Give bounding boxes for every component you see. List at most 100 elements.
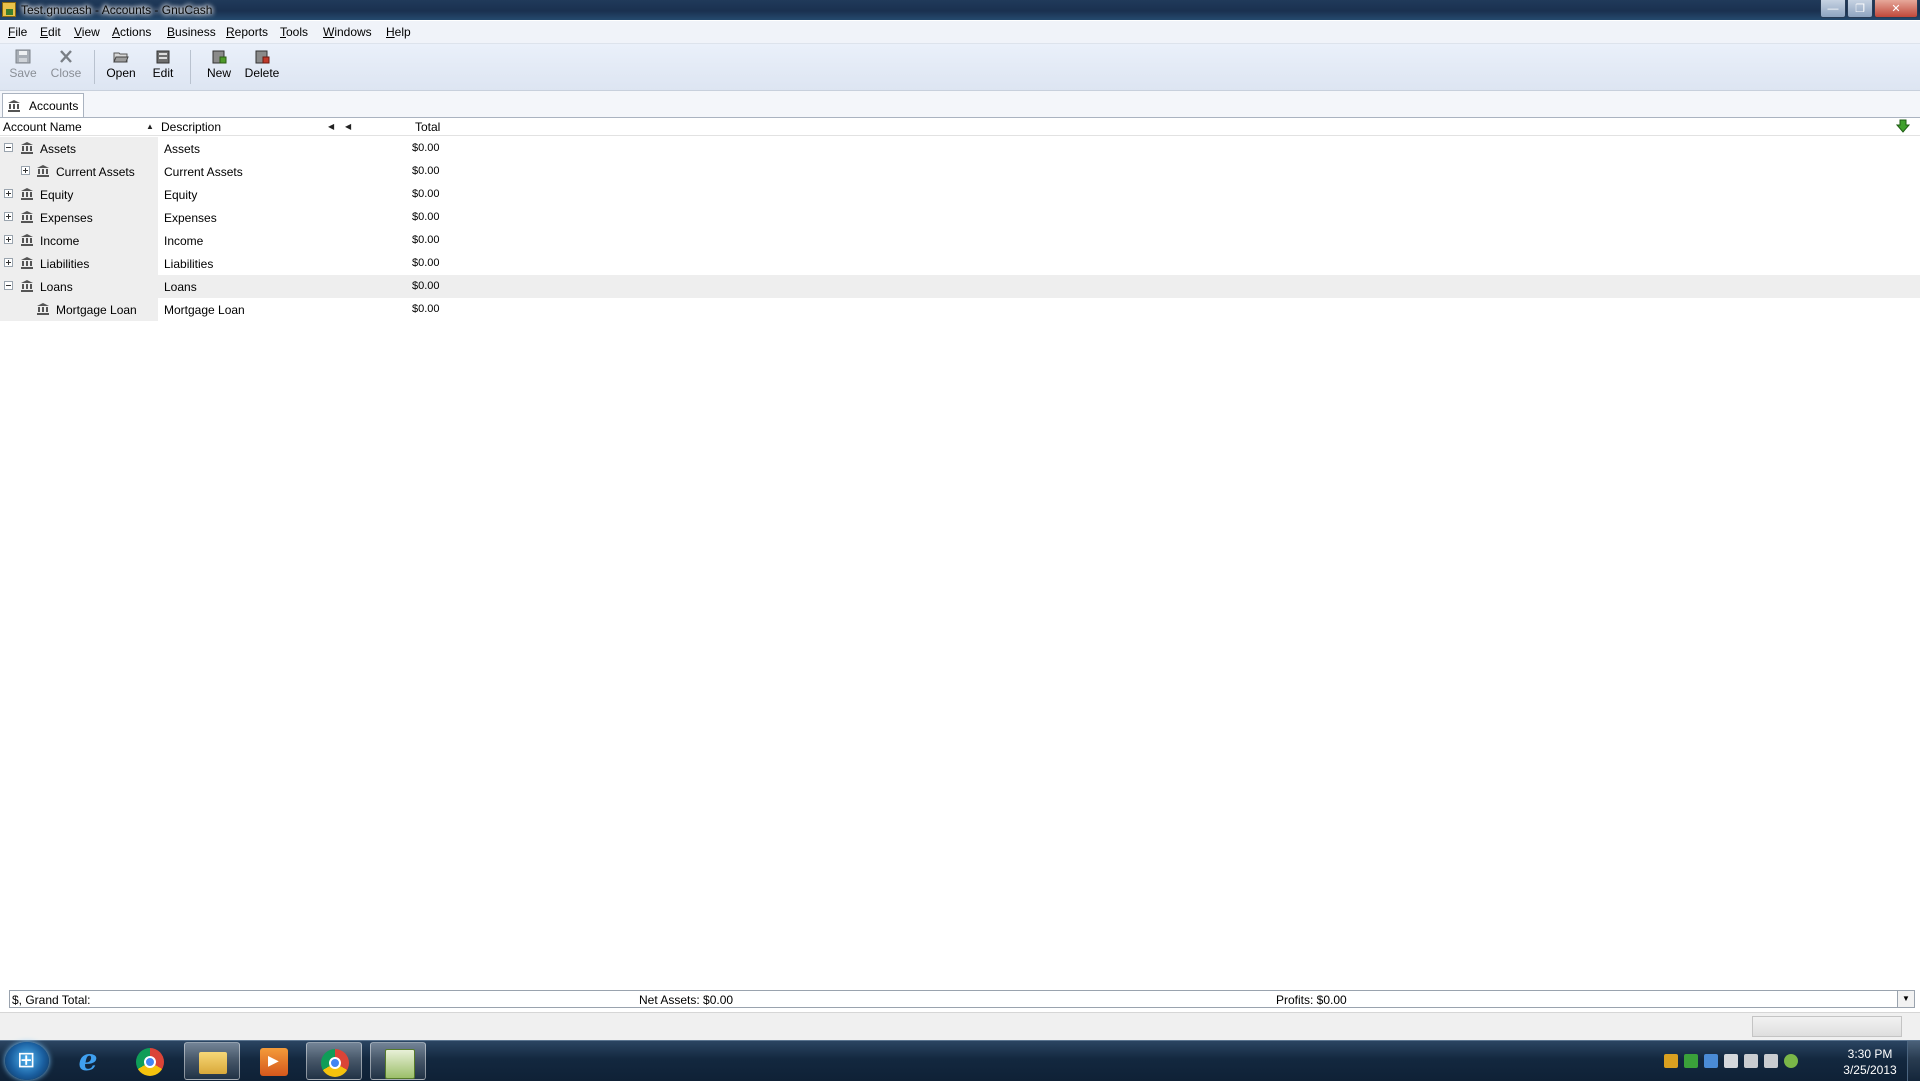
- bank-icon: [21, 211, 33, 223]
- close-window-button[interactable]: ✕: [1874, 0, 1918, 18]
- column-left-arrow-icon[interactable]: ◀: [345, 122, 351, 131]
- windows-explorer-icon: [199, 1052, 227, 1074]
- account-name: Loans: [40, 280, 73, 294]
- tray-flag-icon[interactable]: [1724, 1054, 1738, 1068]
- column-total[interactable]: Total: [415, 120, 440, 134]
- clock-date: 3/25/2013: [1843, 1063, 1897, 1077]
- open-label: Open: [106, 66, 136, 80]
- account-row-assets[interactable]: Assets Assets $0.00: [0, 137, 1920, 160]
- expand-toggle[interactable]: [4, 212, 13, 221]
- tab-accounts-label: Accounts: [29, 99, 79, 113]
- new-account-button[interactable]: New: [199, 47, 239, 80]
- collapse-toggle[interactable]: [4, 281, 13, 290]
- close-icon: [60, 50, 72, 63]
- save-label: Save: [9, 66, 37, 80]
- delete-label: Delete: [244, 66, 280, 80]
- edit-account-icon: [156, 50, 170, 64]
- column-left-arrow-icon[interactable]: ◀: [328, 122, 334, 131]
- column-account-name[interactable]: Account Name: [3, 120, 82, 134]
- toolbar-separator: [190, 50, 191, 84]
- edit-button[interactable]: Edit: [143, 47, 183, 80]
- account-total: $0.00: [412, 257, 440, 269]
- edit-label: Edit: [152, 66, 174, 80]
- account-name: Expenses: [40, 211, 93, 225]
- chrome-taskbar-button[interactable]: [122, 1042, 178, 1080]
- account-description: Equity: [164, 188, 198, 202]
- show-desktop-button[interactable]: [1907, 1041, 1920, 1081]
- account-row-mortgage-loan[interactable]: Mortgage Loan Mortgage Loan $0.00: [0, 298, 1920, 321]
- tray-app-icon[interactable]: [1704, 1054, 1718, 1068]
- menu-view[interactable]: View: [74, 25, 100, 39]
- windows-explorer-taskbar-button[interactable]: [184, 1042, 240, 1080]
- account-row-liabilities[interactable]: Liabilities Liabilities $0.00: [0, 252, 1920, 275]
- column-selector-icon[interactable]: [1896, 119, 1910, 133]
- menu-help[interactable]: Help: [386, 25, 411, 39]
- internet-explorer-taskbar-button[interactable]: e: [60, 1042, 116, 1080]
- account-description: Current Assets: [164, 165, 243, 179]
- maximize-button[interactable]: ❐: [1847, 0, 1873, 18]
- tray-shield-icon[interactable]: [1664, 1054, 1678, 1068]
- menu-actions[interactable]: Actions: [112, 25, 151, 39]
- bank-icon: [21, 234, 33, 246]
- bank-icon: [21, 257, 33, 269]
- tree-header: Account Name ▲ Description ◀ ◀ Total: [0, 118, 1920, 136]
- menu-bar: File Edit View Actions Business Reports …: [0, 21, 1920, 44]
- account-total: $0.00: [412, 280, 440, 292]
- menu-edit[interactable]: Edit: [40, 25, 61, 39]
- tray-network-icon[interactable]: [1744, 1054, 1758, 1068]
- new-label: New: [206, 66, 231, 80]
- clock-time: 3:30 PM: [1847, 1047, 1893, 1061]
- chrome-taskbar-button[interactable]: [306, 1042, 362, 1080]
- tab-strip: Accounts: [0, 91, 1920, 118]
- summary-dropdown-icon[interactable]: ▼: [1897, 991, 1914, 1007]
- expand-toggle[interactable]: [4, 235, 13, 244]
- media-player-taskbar-button[interactable]: [246, 1042, 302, 1080]
- gnucash-taskbar-button[interactable]: [370, 1042, 426, 1080]
- expand-toggle[interactable]: [21, 166, 30, 175]
- column-description[interactable]: Description: [161, 120, 221, 134]
- menu-tools[interactable]: Tools: [280, 25, 308, 39]
- tray-sync-icon[interactable]: [1684, 1054, 1698, 1068]
- menu-reports[interactable]: Reports: [226, 25, 268, 39]
- account-name: Mortgage Loan: [56, 303, 137, 317]
- clock[interactable]: 3:30 PM 3/25/2013: [1832, 1046, 1908, 1078]
- account-row-income[interactable]: Income Income $0.00: [0, 229, 1920, 252]
- toolbar-separator: [94, 50, 95, 84]
- account-row-equity[interactable]: Equity Equity $0.00: [0, 183, 1920, 206]
- menu-file[interactable]: File: [8, 25, 27, 39]
- account-row-loans[interactable]: Loans Loans $0.00: [0, 275, 1920, 298]
- save-icon: [15, 49, 31, 64]
- system-tray: [1664, 1054, 1798, 1068]
- account-row-current-assets[interactable]: Current Assets Current Assets $0.00: [0, 160, 1920, 183]
- sort-ascending-icon[interactable]: ▲: [146, 122, 154, 131]
- summary-bar[interactable]: $, Grand Total: Net Assets: $0.00 Profit…: [9, 990, 1915, 1008]
- net-assets-value: Net Assets: $0.00: [639, 993, 734, 1007]
- save-button[interactable]: Save: [3, 47, 43, 80]
- account-total: $0.00: [412, 142, 440, 154]
- start-button[interactable]: [5, 1042, 49, 1080]
- collapse-toggle[interactable]: [4, 143, 13, 152]
- account-description: Loans: [164, 280, 197, 294]
- profits-value: Profits: $0.00: [1276, 993, 1347, 1007]
- minimize-button[interactable]: —: [1820, 0, 1846, 18]
- tray-status-icon[interactable]: [1784, 1054, 1798, 1068]
- account-name: Current Assets: [56, 165, 135, 179]
- menu-windows[interactable]: Windows: [323, 25, 372, 39]
- gnucash-icon: [385, 1049, 415, 1079]
- close-button[interactable]: Close: [46, 47, 86, 80]
- open-button[interactable]: Open: [101, 47, 141, 80]
- grand-total-label: $, Grand Total:: [12, 993, 91, 1007]
- tray-volume-icon[interactable]: [1764, 1054, 1778, 1068]
- gnucash-app-icon[interactable]: [2, 2, 16, 17]
- account-row-expenses[interactable]: Expenses Expenses $0.00: [0, 206, 1920, 229]
- progress-bar: [1752, 1016, 1902, 1037]
- delete-account-button[interactable]: Delete: [242, 47, 282, 80]
- tab-accounts[interactable]: Accounts: [2, 93, 84, 117]
- chrome-icon: [321, 1049, 349, 1077]
- expand-toggle[interactable]: [4, 189, 13, 198]
- account-description: Assets: [164, 142, 201, 156]
- expand-toggle[interactable]: [4, 258, 13, 267]
- media-player-icon: [260, 1048, 288, 1076]
- bank-icon: [21, 188, 33, 200]
- menu-business[interactable]: Business: [167, 25, 216, 39]
